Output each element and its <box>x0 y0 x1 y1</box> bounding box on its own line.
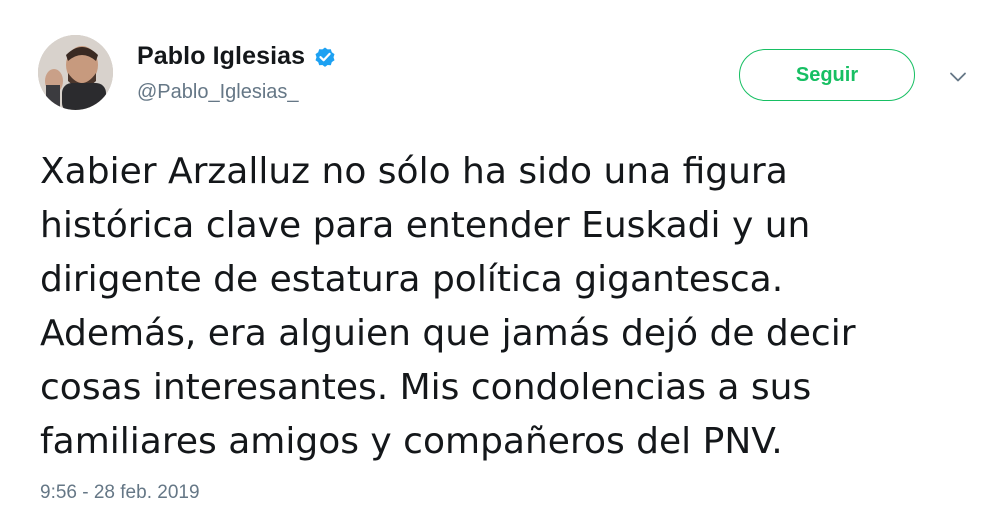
verified-badge-icon <box>313 45 337 69</box>
author-display-name[interactable]: Pablo Iglesias <box>137 42 305 71</box>
tweet-text-line: histórica clave para entender Euskadi y … <box>40 205 811 246</box>
author-name-row[interactable]: Pablo Iglesias <box>137 42 337 71</box>
tweet-text-line: familiares amigos y compañeros del PNV. <box>40 421 783 462</box>
tweet-timestamp[interactable]: 9:56 - 28 feb. 2019 <box>40 482 200 504</box>
tweet-text: Xabier Arzalluz no sólo ha sido una figu… <box>40 145 970 469</box>
tweet-text-line: Además, era alguien que jamás dejó de de… <box>40 313 856 354</box>
tweet-card: Pablo Iglesias @Pablo_Iglesias_ Seguir X… <box>0 0 999 522</box>
avatar-photo <box>38 35 113 110</box>
tweet-text-line: cosas interesantes. Mis condolencias a s… <box>40 367 812 408</box>
tweet-text-line: dirigente de estatura política gigantesc… <box>40 259 784 300</box>
author-handle[interactable]: @Pablo_Iglesias_ <box>137 81 299 104</box>
tweet-text-line: Xabier Arzalluz no sólo ha sido una figu… <box>40 151 788 192</box>
follow-button[interactable]: Seguir <box>739 49 915 101</box>
chevron-down-icon[interactable] <box>947 66 969 88</box>
avatar[interactable] <box>38 35 113 110</box>
